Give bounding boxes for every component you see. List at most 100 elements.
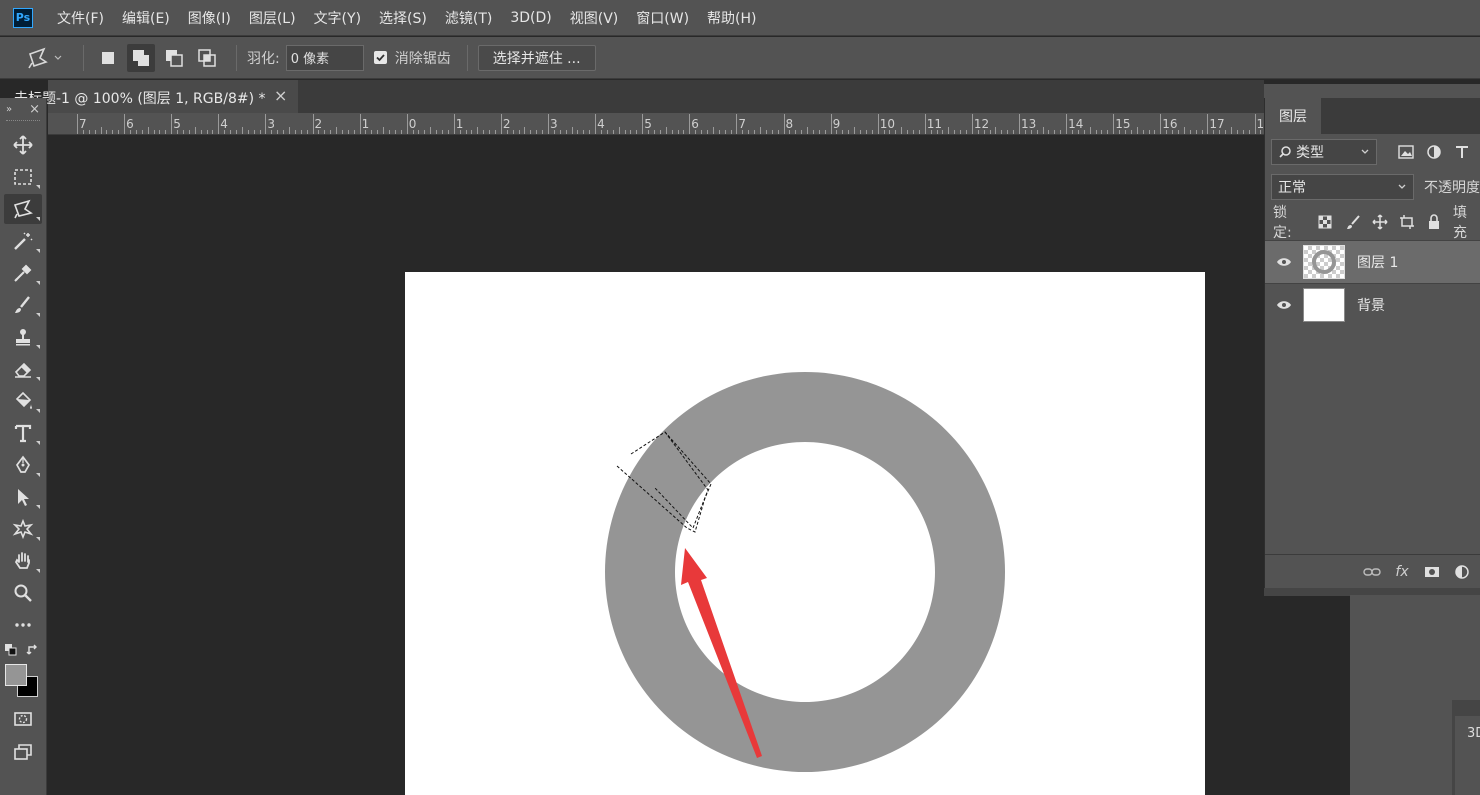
ruler-tick (630, 130, 632, 134)
pen-tool[interactable] (4, 450, 42, 480)
magic-wand-tool[interactable] (4, 226, 42, 256)
lasso-tool[interactable] (4, 194, 42, 224)
menu-type[interactable]: 文字(Y) (314, 8, 361, 28)
polygonal-lasso-preset-button[interactable] (22, 44, 68, 72)
default-colors-icon[interactable] (5, 644, 17, 656)
layer-filter-select[interactable]: 类型 (1271, 139, 1377, 165)
more-tools-button[interactable] (4, 610, 42, 640)
brush-tool[interactable] (4, 290, 42, 320)
ruler-tick (1142, 130, 1144, 134)
document-canvas[interactable] (405, 272, 1205, 795)
new-adjustment-button[interactable] (1447, 564, 1477, 580)
ruler-tick (153, 130, 155, 134)
ruler-tick (1219, 130, 1221, 134)
ruler-tick (807, 127, 809, 134)
ruler-tick (1207, 114, 1209, 134)
canvas-area[interactable] (48, 136, 1264, 795)
document-tab[interactable]: 未标题-1 @ 100% (图层 1, RGB/8#) * × (14, 80, 298, 113)
move-tool[interactable] (4, 130, 42, 160)
ruler-tick (795, 130, 797, 134)
tool-flyout-indicator (36, 217, 40, 221)
layer-row-background[interactable]: 背景 (1265, 283, 1480, 326)
feather-input[interactable]: 0 像素 (285, 44, 364, 71)
filter-pixel-button[interactable] (1395, 141, 1417, 163)
visibility-toggle[interactable] (1265, 300, 1303, 310)
new-selection-button[interactable] (94, 44, 122, 72)
collapse-panel-icon[interactable]: » (6, 104, 12, 115)
foreground-color-swatch[interactable] (5, 664, 27, 686)
ruler-tick (230, 130, 232, 134)
lock-all-button[interactable] (1424, 211, 1445, 233)
ruler-tick (653, 130, 655, 134)
menu-help[interactable]: 帮助(H) (707, 8, 756, 28)
screen-mode-button[interactable] (4, 736, 42, 766)
layer-row-layer1[interactable]: 图层 1 (1265, 240, 1480, 283)
toolbar-grip[interactable] (6, 120, 40, 128)
quick-mask-button[interactable] (4, 704, 42, 734)
layer-style-button[interactable]: fx (1387, 564, 1417, 580)
lock-transparent-button[interactable] (1315, 211, 1336, 233)
ruler-tick (659, 130, 661, 134)
blend-mode-value: 正常 (1278, 180, 1306, 196)
clone-stamp-tool[interactable] (4, 322, 42, 352)
menu-image[interactable]: 图像(I) (188, 8, 231, 28)
ruler-label: 7 (738, 117, 747, 131)
type-tool[interactable] (4, 418, 42, 448)
ruler-label: 1 (361, 117, 370, 131)
lock-image-button[interactable] (1342, 211, 1363, 233)
panel-3d-tab[interactable]: 3D (1455, 716, 1480, 795)
menu-view[interactable]: 视图(V) (570, 8, 619, 28)
swap-colors-icon[interactable] (26, 643, 40, 657)
intersect-selection-button[interactable] (193, 44, 221, 72)
add-to-selection-button[interactable] (127, 43, 155, 72)
lock-position-button[interactable] (1369, 211, 1390, 233)
ruler-tick (106, 130, 108, 134)
visibility-toggle[interactable] (1265, 257, 1303, 267)
ruler-tick (188, 130, 190, 134)
ruler-tick (253, 130, 255, 134)
menu-select[interactable]: 选择(S) (379, 8, 427, 28)
ruler-tick (371, 130, 373, 134)
menu-filter[interactable]: 滤镜(T) (445, 8, 492, 28)
hand-tool[interactable] (4, 546, 42, 576)
zoom-tool[interactable] (4, 578, 42, 608)
ruler-tick (330, 130, 332, 134)
close-tab-icon[interactable]: × (274, 86, 287, 105)
add-mask-button[interactable] (1417, 566, 1447, 578)
link-layers-button[interactable] (1357, 567, 1387, 577)
ruler-label: 3 (550, 117, 558, 131)
paint-bucket-tool[interactable] (4, 386, 42, 416)
panel-dock-strip[interactable] (1264, 84, 1480, 98)
adjustment-icon (1427, 145, 1441, 159)
menu-3d[interactable]: 3D(D) (510, 10, 551, 26)
horizontal-ruler[interactable]: 7 6 5 4 3 2 1 0 1 2 3 4 5 6 7 8 9 10 11 12 13 14 15 16 17 1 (48, 113, 1264, 135)
ruler-tick (948, 127, 950, 134)
eyedropper-tool[interactable] (4, 258, 42, 288)
ruler-tick (960, 130, 962, 134)
eye-icon (1277, 258, 1291, 266)
filter-adjustment-button[interactable] (1423, 141, 1445, 163)
select-and-mask-button[interactable]: 选择并遮住 ... (477, 44, 596, 71)
filter-type-button[interactable] (1451, 141, 1473, 163)
tab-layers[interactable]: 图层 (1265, 98, 1321, 134)
ruler-tick (1177, 130, 1179, 134)
layer-thumbnail (1303, 245, 1345, 279)
eraser-tool[interactable] (4, 354, 42, 384)
ruler-tick (830, 114, 832, 134)
subtract-from-selection-button[interactable] (160, 44, 188, 72)
antialias-checkbox[interactable] (373, 51, 387, 64)
ruler-tick (424, 130, 426, 134)
ruler-tick (306, 130, 308, 134)
custom-shape-tool[interactable] (4, 514, 42, 544)
lock-artboard-button[interactable] (1396, 211, 1417, 233)
blend-mode-select[interactable]: 正常 (1271, 174, 1414, 200)
menu-window[interactable]: 窗口(W) (636, 8, 689, 28)
menu-edit[interactable]: 编辑(E) (122, 8, 170, 28)
path-selection-tool[interactable] (4, 482, 42, 512)
marquee-tool[interactable] (4, 162, 42, 192)
ruler-tick (506, 130, 508, 134)
menu-file[interactable]: 文件(F) (57, 8, 104, 28)
close-panel-icon[interactable]: × (29, 102, 40, 117)
ruler-tick (771, 130, 773, 134)
menu-layer[interactable]: 图层(L) (249, 8, 296, 28)
